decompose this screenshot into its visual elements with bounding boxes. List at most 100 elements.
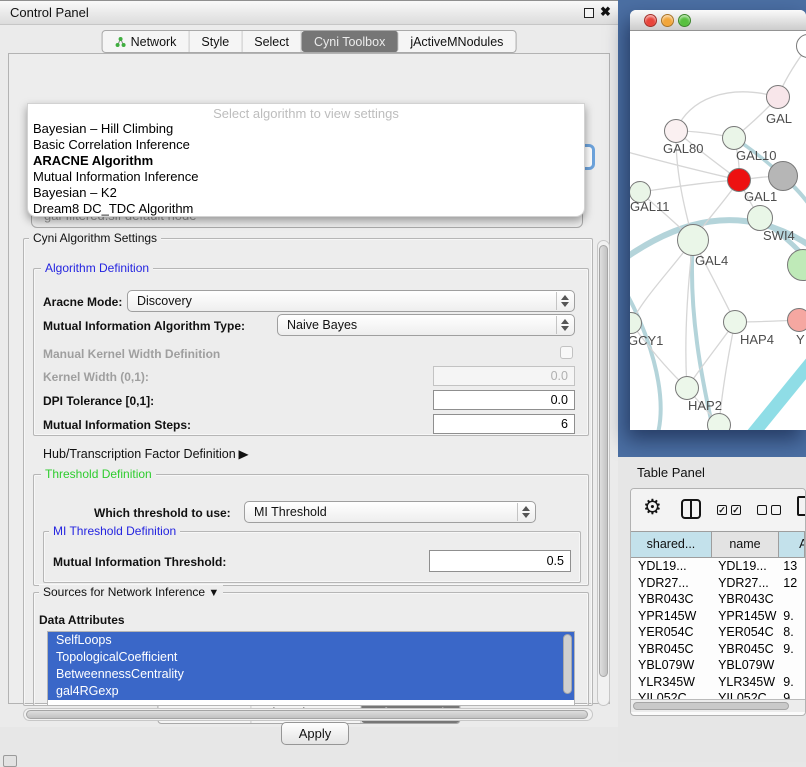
expand-arrow-icon[interactable]: ▼ [208, 587, 219, 599]
dropdown-item[interactable]: Bayesian – Hill Climbing [28, 121, 584, 137]
table-row[interactable]: YDL19...YDL19...13 [631, 558, 805, 575]
dropdown-item[interactable]: Dream8 DC_TDC Algorithm [28, 201, 584, 217]
table-panel-region: Table Panel ⚙ ✓ ✓ shared...nameA YDL19..… [618, 457, 806, 762]
tab-style[interactable]: Style [189, 31, 242, 52]
settings-vertical-scrollbar[interactable] [597, 240, 610, 706]
tab-jactivemnodules[interactable]: jActiveMNodules [398, 31, 515, 52]
control-panel-title: Control Panel [10, 5, 89, 20]
checked-checkbox-icon[interactable]: ✓ [717, 505, 727, 515]
table-cell: 12 [779, 575, 805, 592]
unchecked-checkbox-icon[interactable] [757, 505, 767, 515]
manual-kernel-checkbox[interactable] [560, 346, 573, 359]
unchecked-checkbox-icon[interactable] [771, 505, 781, 515]
table-rows: YDL19...YDL19...13YDR27...YDR27...12YBR0… [631, 558, 805, 699]
zoom-traffic-light-icon[interactable] [678, 14, 691, 27]
sources-group-title: Sources for Network Inference ▼ [39, 585, 223, 599]
table-cell: YER054C [712, 624, 779, 641]
table-row[interactable]: YLR345WYLR345W9. [631, 674, 805, 691]
table-row[interactable]: YPR145WYPR145W9. [631, 608, 805, 625]
column-header[interactable]: name [712, 532, 779, 557]
table-cell: 8. [779, 624, 805, 641]
table-row[interactable]: YDR27...YDR27...12 [631, 575, 805, 592]
stepper-arrows-icon [556, 316, 573, 334]
network-node[interactable] [787, 308, 806, 332]
attributes-scrollbar[interactable] [563, 634, 572, 694]
settings-horizontal-scrollbar[interactable] [23, 708, 593, 721]
network-node[interactable] [677, 224, 709, 256]
tab-select[interactable]: Select [242, 31, 302, 52]
apply-button[interactable]: Apply [281, 722, 349, 745]
minimize-traffic-light-icon[interactable] [661, 14, 674, 27]
dropdown-item[interactable]: ARACNE Algorithm [28, 153, 584, 169]
network-node[interactable] [722, 126, 746, 150]
mi-type-combo[interactable]: Naive Bayes [277, 314, 575, 336]
float-icon[interactable] [584, 8, 594, 18]
table-row[interactable]: YER054CYER054C8. [631, 624, 805, 641]
table-cell: YDR27... [631, 575, 712, 592]
algorithm-dropdown: Select algorithm to view settings Bayesi… [27, 103, 585, 217]
network-node-label: SWI4 [763, 228, 795, 243]
table-row[interactable]: YIL052CYIL052C9 [631, 690, 805, 699]
table-cell: YPR145W [631, 608, 712, 625]
network-node[interactable] [664, 119, 688, 143]
dock-square-icon[interactable] [3, 755, 17, 767]
hub-definition-text: Hub/Transcription Factor Definition [43, 447, 236, 461]
table-cell: YIL052C [712, 690, 779, 699]
which-threshold-combo[interactable]: MI Threshold [244, 501, 536, 523]
attribute-item[interactable]: BetweennessCentrality [48, 666, 574, 683]
dropdown-item[interactable]: Mutual Information Inference [28, 169, 584, 185]
network-node-label: GAL1 [744, 189, 777, 204]
network-window-titlebar[interactable] [630, 10, 806, 31]
table-header-row: shared...nameA [631, 531, 805, 558]
table-cell: YDR27... [712, 575, 779, 592]
column-header[interactable]: A [779, 532, 805, 557]
network-node[interactable] [723, 310, 747, 334]
attribute-item[interactable]: TopologicalCoefficient [48, 649, 574, 666]
kernel-width-field[interactable]: 0.0 [433, 366, 575, 386]
collapse-arrow-icon[interactable]: ▶ [239, 447, 249, 461]
table-row[interactable]: YBR043CYBR043C [631, 591, 805, 608]
close-traffic-light-icon[interactable] [644, 14, 657, 27]
checked-checkbox-icon[interactable]: ✓ [731, 505, 741, 515]
stepper-arrows-icon [556, 292, 573, 310]
column-header[interactable]: shared... [631, 532, 712, 557]
gear-icon[interactable]: ⚙ [643, 495, 662, 520]
mi-steps-field[interactable]: 6 [433, 414, 575, 434]
dropdown-item[interactable]: Basic Correlation Inference [28, 137, 584, 153]
table-horizontal-scrollbar[interactable] [631, 699, 805, 712]
network-icon [115, 36, 127, 48]
data-attributes-list[interactable]: SelfLoopsTopologicalCoefficientBetweenne… [47, 631, 575, 706]
tab-label: jActiveMNodules [410, 35, 503, 49]
attribute-item[interactable]: gal4RGexp [48, 683, 574, 700]
network-canvas[interactable]: GALGAL80GAL10GAL1GAL11SWI4GAL4GCY1HAP4YH… [630, 31, 806, 430]
close-icon[interactable]: ✖ [600, 4, 611, 20]
network-node-label: GAL10 [736, 148, 776, 163]
network-node[interactable] [768, 161, 798, 191]
sources-title-text: Sources for Network Inference [43, 585, 205, 599]
table-row[interactable]: YBL079WYBL079W [631, 657, 805, 674]
tab-label: Cyni Toolbox [314, 35, 385, 49]
document-icon[interactable] [797, 496, 806, 516]
tab-cyni-toolbox[interactable]: Cyni Toolbox [302, 31, 398, 52]
which-threshold-label: Which threshold to use: [94, 506, 231, 520]
tab-network[interactable]: Network [103, 31, 190, 52]
table-cell: YBR043C [712, 591, 779, 608]
columns-icon[interactable] [681, 499, 701, 519]
network-view-window: GALGAL80GAL10GAL1GAL11SWI4GAL4GCY1HAP4YH… [630, 10, 806, 430]
dropdown-item[interactable]: Bayesian – K2 [28, 185, 584, 201]
tab-label: Select [254, 35, 289, 49]
aracne-mode-combo[interactable]: Discovery [127, 290, 575, 312]
network-node[interactable] [766, 85, 790, 109]
settings-group-title: Cyni Algorithm Settings [29, 231, 161, 245]
mi-threshold-field[interactable]: 0.5 [429, 550, 571, 572]
table-row[interactable]: YBR045CYBR045C9. [631, 641, 805, 658]
table-cell: YPR145W [712, 608, 779, 625]
network-node[interactable] [675, 376, 699, 400]
mi-threshold-label: Mutual Information Threshold: [53, 555, 226, 569]
attribute-item[interactable]: SelfLoops [48, 632, 574, 649]
table-cell: 9 [779, 690, 805, 699]
table-cell: YBL079W [712, 657, 779, 674]
dpi-tolerance-field[interactable]: 0.0 [433, 390, 575, 410]
hub-definition-label[interactable]: Hub/Transcription Factor Definition ▶ [43, 447, 248, 461]
network-node[interactable] [707, 413, 731, 430]
